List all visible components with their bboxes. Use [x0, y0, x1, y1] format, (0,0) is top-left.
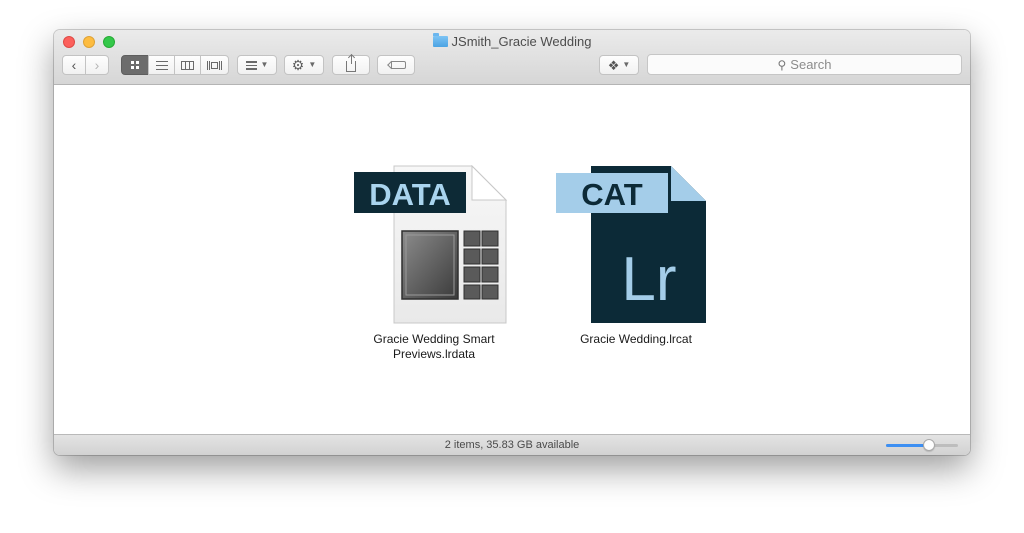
- lightroom-logo-text: Lr: [621, 245, 676, 314]
- share-icon: [346, 55, 356, 72]
- slider-knob[interactable]: [923, 439, 935, 451]
- file-label-lrdata: Gracie Wedding Smart Previews.lrdata: [359, 332, 509, 362]
- status-bar: 2 items, 35.83 GB available: [54, 434, 970, 455]
- column-view-button[interactable]: [174, 55, 201, 75]
- dropbox-icon: ❖: [607, 57, 620, 73]
- gear-icon: ⚙: [291, 57, 305, 73]
- cat-badge-text: CAT: [581, 177, 642, 212]
- forward-button[interactable]: ›: [85, 55, 109, 75]
- tag-icon: [390, 61, 406, 69]
- columns-icon: [181, 60, 194, 70]
- file-label-line2: Previews.lrdata: [392, 347, 476, 361]
- chevron-down-icon: ▼: [260, 60, 269, 69]
- cover-flow-view-button[interactable]: [200, 55, 229, 75]
- list-view-button[interactable]: [148, 55, 175, 75]
- lrdata-file-icon: DATA: [354, 165, 508, 324]
- arrange-icon: [245, 60, 257, 70]
- search-field[interactable]: ⚲ Search: [647, 54, 962, 75]
- chevron-left-icon: ‹: [71, 57, 77, 73]
- tags-button[interactable]: [377, 55, 415, 75]
- icon-size-slider[interactable]: [886, 439, 958, 451]
- window-title-text: JSmith_Gracie Wedding: [451, 34, 592, 49]
- status-text: 2 items, 35.83 GB available: [444, 439, 580, 451]
- search-icon: ⚲: [777, 57, 787, 72]
- icon-view-button[interactable]: [121, 55, 149, 75]
- folder-icon: [432, 33, 448, 47]
- data-badge-text: DATA: [369, 177, 451, 212]
- search-placeholder: Search: [790, 57, 832, 72]
- dropbox-button[interactable]: ❖ ▼: [599, 55, 639, 75]
- chevron-right-icon: ›: [94, 57, 100, 73]
- list-icon: [155, 60, 168, 70]
- back-button[interactable]: ‹: [62, 55, 86, 75]
- lrcat-file-icon: CAT Lr: [556, 166, 706, 323]
- arrange-button[interactable]: ▼: [237, 55, 277, 75]
- titlebar: JSmith_Gracie Wedding ‹ › ▼ ⚙ ▼ ❖ ▼ ⚲ Se…: [54, 30, 970, 85]
- window-title: JSmith_Gracie Wedding: [54, 33, 970, 50]
- file-label-lrcat: Gracie Wedding.lrcat: [561, 332, 711, 347]
- action-button[interactable]: ⚙ ▼: [284, 55, 324, 75]
- file-browser-content: DATA Gracie Wedding Smart Previews.lrdat…: [54, 85, 970, 434]
- chevron-down-icon: ▼: [622, 60, 631, 69]
- chevron-down-icon: ▼: [308, 60, 317, 69]
- grid-icon: [131, 61, 139, 69]
- finder-window: JSmith_Gracie Wedding ‹ › ▼ ⚙ ▼ ❖ ▼ ⚲ Se…: [54, 30, 970, 455]
- share-button[interactable]: [332, 55, 370, 75]
- file-label-line1: Gracie Wedding.lrcat: [580, 332, 692, 346]
- cover-flow-icon: [207, 60, 222, 70]
- file-label-line1: Gracie Wedding Smart: [373, 332, 495, 346]
